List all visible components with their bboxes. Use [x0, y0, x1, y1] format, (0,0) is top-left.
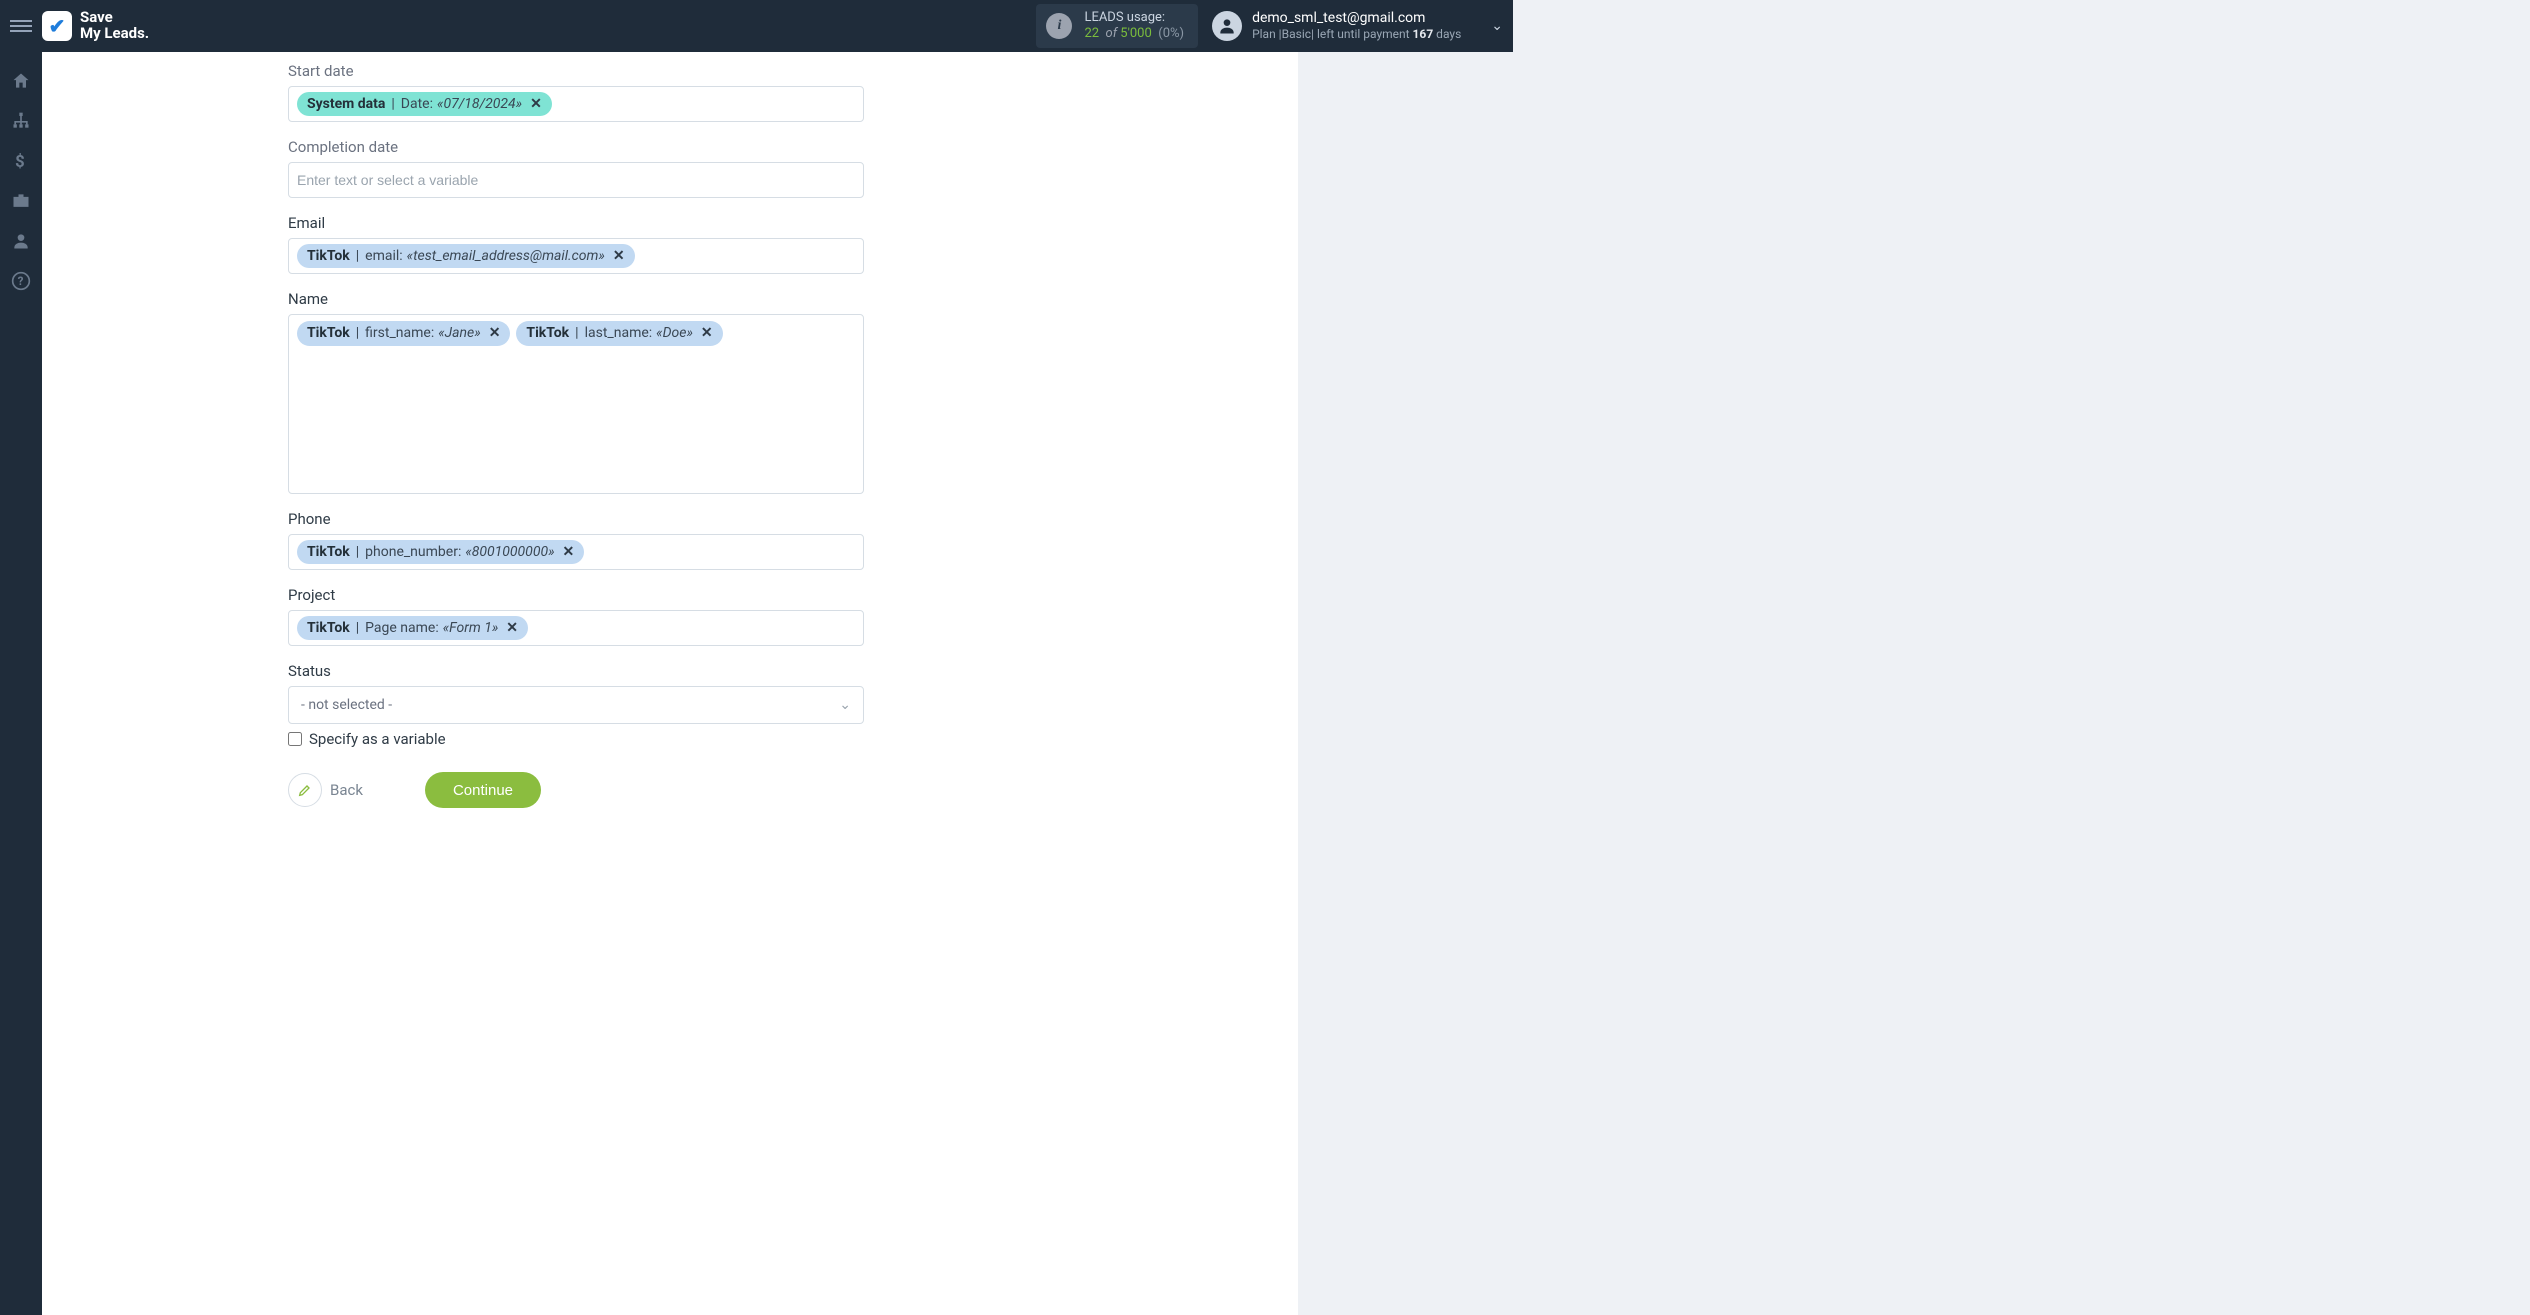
input-start-date[interactable]: System data | Date: «07/18/2024» ✕: [288, 86, 864, 122]
input-project[interactable]: TikTok | Page name: «Form 1» ✕: [288, 610, 864, 646]
logo: ✔: [42, 11, 72, 41]
check-icon: ✔: [49, 14, 66, 38]
chip-remove-icon[interactable]: ✕: [530, 95, 542, 114]
chip-project[interactable]: TikTok | Page name: «Form 1» ✕: [297, 616, 528, 641]
field-email: Email TikTok | email: «test_email_addres…: [288, 214, 1052, 274]
usage-percent: (0%): [1155, 26, 1184, 41]
label-email: Email: [288, 214, 1052, 232]
chevron-down-icon: ⌄: [1491, 18, 1503, 34]
status-select[interactable]: - not selected - ⌄: [288, 686, 864, 724]
help-icon[interactable]: ?: [10, 270, 32, 292]
label-project: Project: [288, 586, 1052, 604]
chip-remove-icon[interactable]: ✕: [701, 324, 713, 343]
field-name: Name TikTok | first_name: «Jane» ✕ TikTo…: [288, 290, 1052, 494]
chip-remove-icon[interactable]: ✕: [613, 247, 625, 266]
usage-indicator[interactable]: i LEADS usage: 22 of 5'000 (0%): [1036, 4, 1198, 49]
svg-text:?: ?: [18, 274, 24, 288]
completion-date-text[interactable]: [297, 167, 855, 193]
briefcase-icon[interactable]: [10, 190, 32, 212]
back-button[interactable]: Back: [288, 773, 363, 807]
input-completion-date[interactable]: [288, 162, 864, 198]
input-email[interactable]: TikTok | email: «test_email_address@mail…: [288, 238, 864, 274]
usage-label: LEADS usage:: [1084, 10, 1184, 26]
specify-checkbox[interactable]: [288, 732, 302, 746]
usage-limit: 5'000: [1120, 26, 1152, 41]
home-icon[interactable]: [10, 70, 32, 92]
chip-last-name[interactable]: TikTok | last_name: «Doe» ✕: [516, 321, 722, 346]
sitemap-icon[interactable]: [10, 110, 32, 132]
dollar-icon[interactable]: $: [10, 150, 32, 172]
chip-phone[interactable]: TikTok | phone_number: «8001000000» ✕: [297, 540, 584, 565]
avatar-icon: [1212, 11, 1242, 41]
field-completion-date: Completion date: [288, 138, 1052, 198]
user-plan: Plan |Basic| left until payment 167 days: [1252, 27, 1461, 42]
chip-email[interactable]: TikTok | email: «test_email_address@mail…: [297, 244, 635, 269]
specify-as-variable[interactable]: Specify as a variable: [288, 730, 1052, 748]
label-status: Status: [288, 662, 1052, 680]
specify-label: Specify as a variable: [309, 730, 446, 748]
label-start-date: Start date: [288, 62, 1052, 80]
usage-text: LEADS usage: 22 of 5'000 (0%): [1084, 10, 1184, 43]
label-phone: Phone: [288, 510, 1052, 528]
label-name: Name: [288, 290, 1052, 308]
chip-start-date[interactable]: System data | Date: «07/18/2024» ✕: [297, 92, 552, 117]
user-text: demo_sml_test@gmail.com Plan |Basic| lef…: [1252, 10, 1461, 43]
chip-remove-icon[interactable]: ✕: [563, 543, 575, 562]
form-actions: Back Continue: [288, 772, 1052, 808]
form-card: Start date System data | Date: «07/18/20…: [42, 52, 1298, 1315]
usage-of: of: [1102, 26, 1120, 41]
field-project: Project TikTok | Page name: «Form 1» ✕: [288, 586, 1052, 646]
chip-remove-icon[interactable]: ✕: [506, 619, 518, 638]
main-content: Start date System data | Date: «07/18/20…: [42, 52, 2530, 1315]
pencil-icon: [288, 773, 322, 807]
menu-toggle[interactable]: [10, 15, 32, 37]
field-start-date: Start date System data | Date: «07/18/20…: [288, 62, 1052, 122]
back-label: Back: [330, 781, 363, 799]
chip-first-name[interactable]: TikTok | first_name: «Jane» ✕: [297, 321, 510, 346]
user-menu[interactable]: demo_sml_test@gmail.com Plan |Basic| lef…: [1212, 10, 1503, 43]
label-completion-date: Completion date: [288, 138, 1052, 156]
svg-text:$: $: [15, 153, 25, 171]
usage-count: 22: [1084, 26, 1099, 41]
input-name[interactable]: TikTok | first_name: «Jane» ✕ TikTok | l…: [288, 314, 864, 494]
input-phone[interactable]: TikTok | phone_number: «8001000000» ✕: [288, 534, 864, 570]
continue-button[interactable]: Continue: [425, 772, 541, 808]
field-phone: Phone TikTok | phone_number: «8001000000…: [288, 510, 1052, 570]
app-header: ✔ Save My Leads. i LEADS usage: 22 of 5'…: [0, 0, 1513, 52]
brand-text: Save My Leads.: [80, 10, 149, 42]
sidebar: $ ?: [0, 52, 42, 1315]
brand-line2: My Leads.: [80, 26, 149, 42]
field-status: Status - not selected - ⌄ Specify as a v…: [288, 662, 1052, 748]
status-selected-value: - not selected -: [301, 697, 392, 713]
info-icon: i: [1046, 13, 1072, 39]
user-icon[interactable]: [10, 230, 32, 252]
user-email: demo_sml_test@gmail.com: [1252, 10, 1461, 28]
chevron-down-icon: ⌄: [839, 697, 851, 713]
chip-remove-icon[interactable]: ✕: [489, 324, 501, 343]
